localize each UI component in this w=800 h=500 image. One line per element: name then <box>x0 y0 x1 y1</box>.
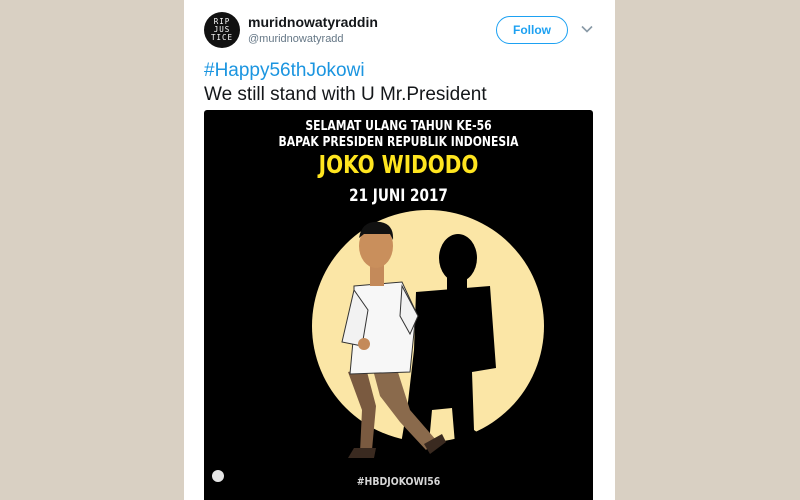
avatar[interactable]: RIP JUS TICE <box>204 12 240 48</box>
poster-line2: BAPAK PRESIDEN REPUBLIK INDONESIA <box>278 134 519 150</box>
poster-hashtag: #HBDJOKOWI56 <box>356 475 441 488</box>
tweet-text: We still stand with U Mr.President <box>204 84 487 105</box>
follow-button[interactable]: Follow <box>496 16 568 44</box>
poster-line1: SELAMAT ULANG TAHUN KE-56 <box>305 118 492 134</box>
media-badge-icon[interactable] <box>212 470 224 482</box>
poster-name: JOKO WIDODO <box>318 150 479 179</box>
user-handle[interactable]: @muridnowatyradd <box>248 33 344 45</box>
tweet-card: RIP JUS TICE muridnowatyraddin @muridnow… <box>184 0 615 500</box>
avatar-text: RIP JUS TICE <box>210 17 234 42</box>
chevron-down-icon[interactable] <box>580 22 594 36</box>
hashtag-link[interactable]: #Happy56thJokowi <box>204 60 365 82</box>
tweet-media[interactable]: SELAMAT ULANG TAHUN KE-56 BAPAK PRESIDEN… <box>204 110 593 500</box>
poster-date: 21 JUNI 2017 <box>349 186 448 206</box>
display-name[interactable]: muridnowatyraddin <box>248 14 378 30</box>
